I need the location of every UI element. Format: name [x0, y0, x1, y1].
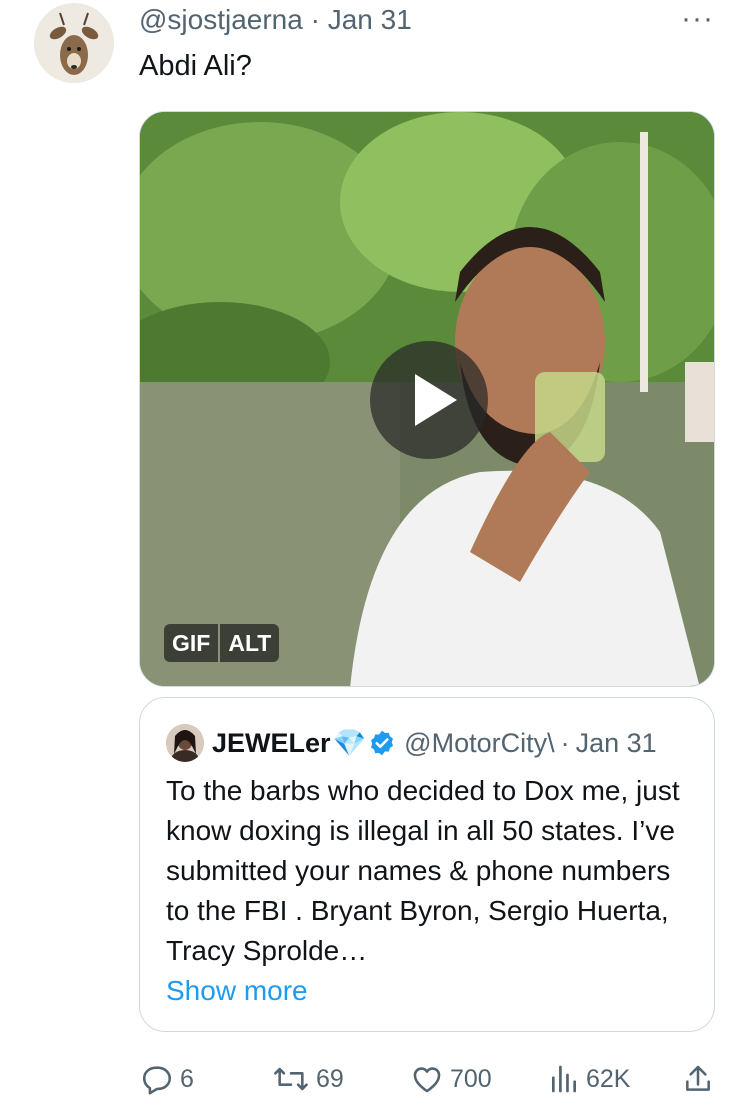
alt-badge[interactable]: ALT	[220, 624, 280, 662]
heart-icon	[413, 1067, 441, 1093]
quoted-tweet-header: JEWELer 💎 @MotorCity\ · Jan 31	[166, 724, 657, 762]
reply-count: 6	[180, 1064, 194, 1093]
more-options-icon[interactable]: ···	[681, 2, 714, 36]
gem-icon: 💎	[332, 728, 367, 758]
repost-count: 69	[316, 1064, 344, 1093]
reply-icon	[142, 1066, 172, 1095]
show-more-link[interactable]: Show more	[166, 971, 691, 1011]
media-badges: GIF ALT	[164, 624, 280, 662]
avatar[interactable]	[34, 3, 114, 83]
quoted-avatar	[166, 724, 204, 762]
tweet-text: Abdi Ali?	[139, 50, 252, 82]
author-handle[interactable]: @sjostjaerna	[139, 4, 303, 35]
share-icon	[686, 1065, 710, 1091]
quoted-tweet-text: To the barbs who decided to Dox me, just…	[166, 771, 691, 1011]
play-button[interactable]	[370, 341, 488, 459]
like-button[interactable]: 700	[410, 1062, 492, 1096]
views-count: 62K	[586, 1064, 631, 1093]
repost-button[interactable]: 69	[272, 1062, 344, 1096]
reply-button[interactable]: 6	[140, 1062, 194, 1096]
separator: ·	[560, 727, 570, 758]
verified-badge-icon	[368, 728, 396, 759]
media-video[interactable]: GIF ALT	[139, 111, 715, 687]
separator: ·	[310, 4, 320, 35]
quoted-author-handle[interactable]: @MotorCity\	[404, 728, 554, 759]
quoted-date: Jan 31	[575, 727, 657, 758]
quoted-tweet[interactable]: JEWELer 💎 @MotorCity\ · Jan 31 To the ba…	[139, 697, 715, 1032]
play-icon	[415, 374, 457, 426]
analytics-icon	[552, 1065, 576, 1093]
quoted-author-name[interactable]: JEWELer	[212, 728, 331, 759]
tweet-header: @sjostjaerna · Jan 31	[139, 4, 412, 36]
repost-icon	[274, 1067, 308, 1091]
like-count: 700	[450, 1064, 492, 1093]
views-button[interactable]: 62K	[548, 1062, 630, 1096]
tweet-date[interactable]: Jan 31	[328, 4, 412, 35]
quoted-text-body: To the barbs who decided to Dox me, just…	[166, 775, 680, 966]
gif-badge: GIF	[164, 624, 219, 662]
share-button[interactable]	[682, 1062, 720, 1096]
action-bar: 6 69 700 62K	[0, 1062, 750, 1102]
